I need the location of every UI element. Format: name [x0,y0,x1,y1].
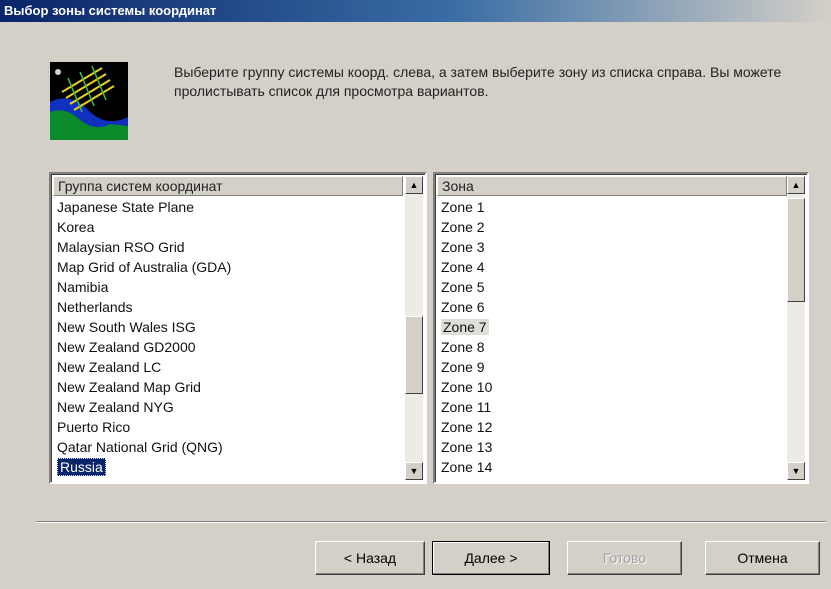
list-item-label: Qatar National Grid (QNG) [57,439,223,455]
list-item[interactable]: New Zealand Map Grid [53,377,231,397]
list-item-label: Zone 3 [441,239,485,255]
list-item-label: Zone 13 [441,439,493,455]
list-item[interactable]: Zone 13 [437,437,492,457]
list-item-highlighted[interactable]: Zone 7 [437,317,492,337]
list-item[interactable]: Netherlands [53,297,231,317]
scroll-down-arrow-icon[interactable]: ▼ [787,462,805,480]
zone-rows: Zone 1 Zone 2 Zone 3 Zone 4 Zone 5 Zone … [437,197,492,477]
list-item-label: Korea [57,219,95,235]
scroll-thumb[interactable] [787,198,805,302]
scroll-down-arrow-icon[interactable]: ▼ [405,462,423,480]
list-item[interactable]: New Zealand GD2000 [53,337,231,357]
list-item-label: Zone 2 [441,219,485,235]
list-item[interactable]: Japanese State Plane [53,197,231,217]
list-item-label: New Zealand LC [57,359,162,375]
list-item-label: Zone 10 [441,379,493,395]
list-item-label: New Zealand NYG [57,399,174,415]
list-item[interactable]: Zone 4 [437,257,492,277]
scroll-thumb[interactable] [405,316,423,394]
list-item[interactable]: Korea [53,217,231,237]
list-item-label: Zone 6 [441,299,485,315]
list-item-label: Netherlands [57,299,133,315]
divider [36,521,826,523]
window-title: Выбор зоны системы координат [0,0,831,22]
list-item[interactable]: New South Wales ISG [53,317,231,337]
globe-grid-icon [50,62,128,140]
cancel-button[interactable]: Отмена [705,541,820,575]
list-item[interactable]: New Zealand NYG [53,397,231,417]
list-item[interactable]: Zone 14 [437,457,492,477]
list-item[interactable]: Zone 5 [437,277,492,297]
list-item[interactable]: Zone 8 [437,337,492,357]
list-item[interactable]: Zone 11 [437,397,492,417]
zone-list-scrollbar[interactable]: ▲ ▼ [787,176,805,480]
list-item[interactable]: Zone 3 [437,237,492,257]
list-item-label: Zone 14 [441,459,493,475]
zone-header[interactable]: Зона [437,176,787,196]
next-button[interactable]: Далее > [432,541,550,575]
list-item-label: Zone 12 [441,419,493,435]
coordinate-group-rows: Japanese State Plane Korea Malaysian RSO… [53,197,231,477]
list-item-label: Japanese State Plane [57,199,194,215]
scroll-up-arrow-icon[interactable]: ▲ [787,176,805,194]
finish-button[interactable]: Готово [567,541,682,575]
list-item-selected[interactable]: Russia [53,457,231,477]
list-item-label: Zone 5 [441,279,485,295]
list-item-label: Zone 11 [441,399,492,415]
list-item[interactable]: Namibia [53,277,231,297]
list-item[interactable]: Zone 9 [437,357,492,377]
back-button[interactable]: < Назад [315,541,425,575]
list-item-label: Puerto Rico [57,419,131,435]
list-item-label: Zone 9 [441,359,485,375]
list-item-label: Zone 1 [441,199,485,215]
group-list-scrollbar[interactable]: ▲ ▼ [405,176,423,480]
list-item-label: Zone 4 [441,259,485,275]
coordinate-group-list[interactable]: Группа систем координат Japanese State P… [49,172,427,484]
coordinate-group-header[interactable]: Группа систем координат [53,176,403,196]
instructions-text: Выберите группу системы коорд. слева, а … [174,64,782,99]
list-item-label: Malaysian RSO Grid [57,239,185,255]
list-item-label: New South Wales ISG [57,319,196,335]
list-item[interactable]: Puerto Rico [53,417,231,437]
list-item[interactable]: Malaysian RSO Grid [53,237,231,257]
list-item-label: New Zealand GD2000 [57,339,196,355]
list-item[interactable]: New Zealand LC [53,357,231,377]
list-item-label: Zone 8 [441,339,485,355]
list-item-label: New Zealand Map Grid [57,379,201,395]
zone-list[interactable]: Зона Zone 1 Zone 2 Zone 3 Zone 4 Zone 5 … [433,172,809,484]
list-item-label: Russia [57,458,106,476]
list-item[interactable]: Zone 1 [437,197,492,217]
list-item-label: Map Grid of Australia (GDA) [57,259,232,275]
list-item[interactable]: Qatar National Grid (QNG) [53,437,231,457]
list-item[interactable]: Zone 10 [437,377,492,397]
list-item[interactable]: Zone 2 [437,217,492,237]
list-item[interactable]: Zone 6 [437,297,492,317]
list-item-label: Zone 7 [441,319,489,335]
scroll-up-arrow-icon[interactable]: ▲ [405,176,423,194]
list-item-label: Namibia [57,279,109,295]
list-item[interactable]: Map Grid of Australia (GDA) [53,257,231,277]
list-item[interactable]: Zone 12 [437,417,492,437]
